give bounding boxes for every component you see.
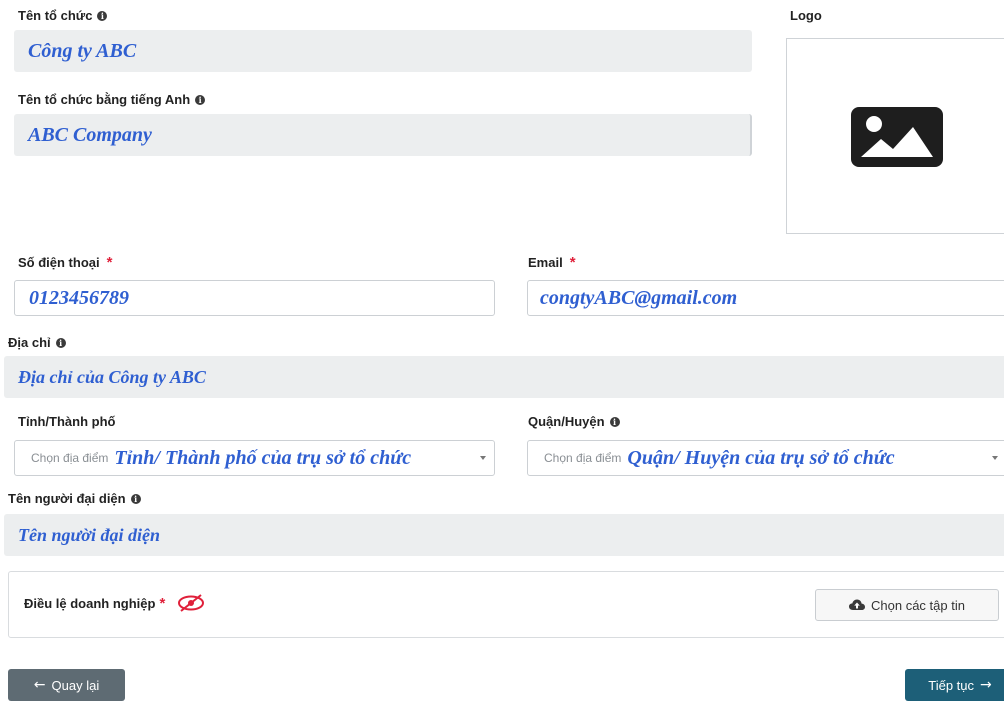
chevron-down-icon <box>992 456 998 460</box>
logo-label: Logo <box>790 8 822 23</box>
arrow-left-icon: ← <box>33 677 46 693</box>
info-icon: i <box>97 10 108 21</box>
org-name-en-label: Tên tổ chức bằng tiếng Anh i <box>18 92 206 107</box>
representative-label: Tên người đại diện i <box>8 491 141 506</box>
district-label: Quận/Huyện i <box>528 414 620 429</box>
back-button[interactable]: ← Quay lại <box>8 669 125 701</box>
image-icon <box>851 107 943 167</box>
info-icon: i <box>195 94 206 105</box>
email-input[interactable]: congtyABC@gmail.com <box>527 280 1004 316</box>
province-select[interactable]: Chọn địa điểm Tỉnh/ Thành phố của trụ sở… <box>14 440 495 476</box>
address-label: Địa chỉ i <box>8 335 66 350</box>
choose-files-button[interactable]: Chọn các tập tin <box>815 589 999 621</box>
next-button[interactable]: Tiếp tục → <box>905 669 1004 701</box>
org-name-en-field[interactable]: ABC Company <box>14 114 752 156</box>
district-select[interactable]: Chọn địa điểm Quận/ Huyện của trụ sở tổ … <box>527 440 1004 476</box>
info-icon: i <box>130 493 141 504</box>
info-icon: i <box>55 337 66 348</box>
logo-upload-box[interactable] <box>786 38 1004 234</box>
org-name-field[interactable]: Công ty ABC <box>14 30 752 72</box>
charter-upload-panel: Điều lệ doanh nghiệp * Chọn các tập tin <box>8 571 1004 638</box>
charter-label: Điều lệ doanh nghiệp * <box>24 594 205 612</box>
address-field[interactable]: Địa chỉ của Công ty ABC <box>4 356 1004 398</box>
representative-field[interactable]: Tên người đại diện <box>4 514 1004 556</box>
phone-input[interactable]: 0123456789 <box>14 280 495 316</box>
eye-slash-icon[interactable] <box>177 594 205 612</box>
cloud-upload-icon <box>849 599 866 610</box>
phone-label: Số điện thoại * <box>18 254 113 271</box>
province-label: Tỉnh/Thành phố <box>18 414 116 429</box>
info-icon: i <box>609 416 620 427</box>
email-label: Email * <box>528 254 576 271</box>
org-name-label: Tên tổ chức i <box>18 8 108 23</box>
chevron-down-icon <box>480 456 486 460</box>
arrow-right-icon: → <box>980 677 992 693</box>
